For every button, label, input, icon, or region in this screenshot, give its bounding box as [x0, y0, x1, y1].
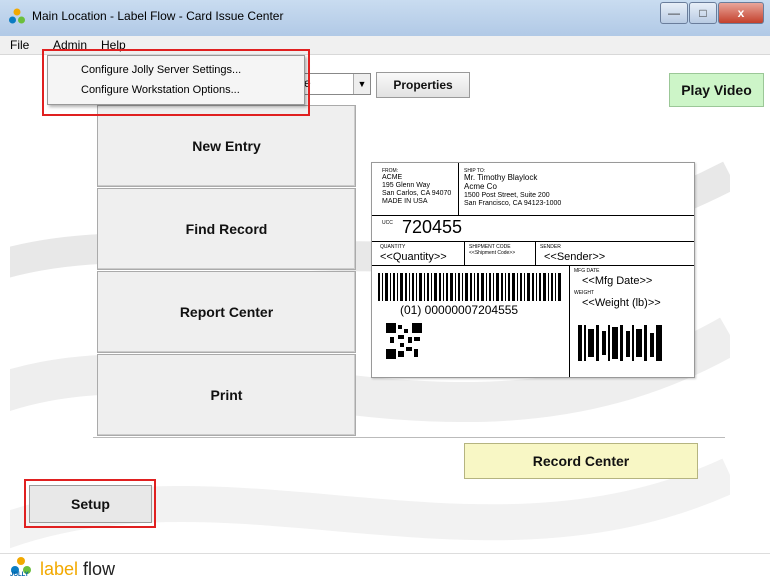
admin-menu-highlight-box — [42, 49, 310, 116]
main-window: Main Location - Label Flow - Card Issue … — [0, 0, 770, 588]
chevron-down-icon[interactable]: ▼ — [353, 74, 370, 94]
quantity-caption: QUANTITY — [380, 244, 406, 250]
datamatrix-icon — [578, 325, 662, 361]
properties-button[interactable]: Properties — [376, 72, 470, 98]
quantity-value: <<Quantity>> — [380, 251, 447, 263]
label-divider — [569, 265, 570, 377]
weight-caption: WEIGHT — [574, 290, 594, 296]
logo-label-text: label — [40, 559, 79, 579]
barcode-icon — [378, 273, 561, 301]
record-center-button[interactable]: Record Center — [464, 443, 698, 479]
from-line-4: MADE IN USA — [382, 198, 428, 205]
ship-to-line-4: San Francisco, CA 94123-1000 — [464, 200, 562, 207]
label-divider — [458, 163, 459, 215]
new-entry-button[interactable]: New Entry — [97, 105, 356, 187]
label-preview: FROM: ACME 195 Glenn Way San Carlos, CA … — [371, 162, 695, 378]
ship-to-line-2: Acme Co — [464, 182, 497, 191]
barcode-text: (01) 00000007204555 — [400, 303, 519, 317]
title-bar[interactable]: Main Location - Label Flow - Card Issue … — [0, 0, 770, 37]
setup-highlight-box — [24, 479, 156, 528]
mfg-value: <<Mfg Date>> — [582, 275, 653, 287]
label-divider — [535, 241, 536, 265]
item-number: 720455 — [402, 217, 463, 237]
ucc-caption: UCC — [382, 220, 393, 226]
shipment-value: <<Shipment Code>> — [469, 250, 516, 256]
mfg-caption: MFG DATE — [574, 268, 600, 274]
close-button[interactable]: x — [718, 2, 764, 24]
brand-name: JOLLY — [10, 572, 29, 578]
play-video-button[interactable]: Play Video — [669, 73, 764, 107]
label-flow-app-icon — [9, 8, 25, 24]
find-record-button[interactable]: Find Record — [97, 188, 356, 270]
qr-code-icon — [386, 323, 422, 359]
window-controls: — □ x — [659, 2, 764, 24]
from-line-2: 195 Glenn Way — [382, 182, 430, 189]
logo-flow-text: flow — [83, 559, 116, 579]
label-divider — [372, 215, 694, 216]
sender-value: <<Sender>> — [544, 251, 606, 263]
logo-wordmark: label flow — [40, 559, 115, 580]
minimize-button[interactable]: — — [660, 2, 688, 24]
weight-value: <<Weight (lb)>> — [582, 297, 661, 309]
menu-file[interactable]: File — [10, 38, 29, 52]
ship-to-line-3: 1500 Post Street, Suite 200 — [464, 192, 550, 199]
window-title: Main Location - Label Flow - Card Issue … — [32, 9, 284, 23]
label-divider — [372, 265, 694, 266]
report-center-button[interactable]: Report Center — [97, 271, 356, 353]
from-line-3: San Carlos, CA 94070 — [382, 190, 452, 197]
maximize-button[interactable]: □ — [689, 2, 717, 24]
sender-caption: SENDER — [540, 244, 561, 250]
footer-bar: JOLLY label flow — [0, 553, 770, 588]
ship-to-line-1: Mr. Timothy Blaylock — [464, 173, 538, 182]
print-button[interactable]: Print — [97, 354, 356, 436]
separator-line — [93, 437, 725, 438]
location-combo[interactable]: e ▼ — [303, 73, 371, 95]
from-line-1: ACME — [382, 174, 403, 181]
label-divider — [464, 241, 465, 265]
label-divider — [372, 241, 694, 242]
